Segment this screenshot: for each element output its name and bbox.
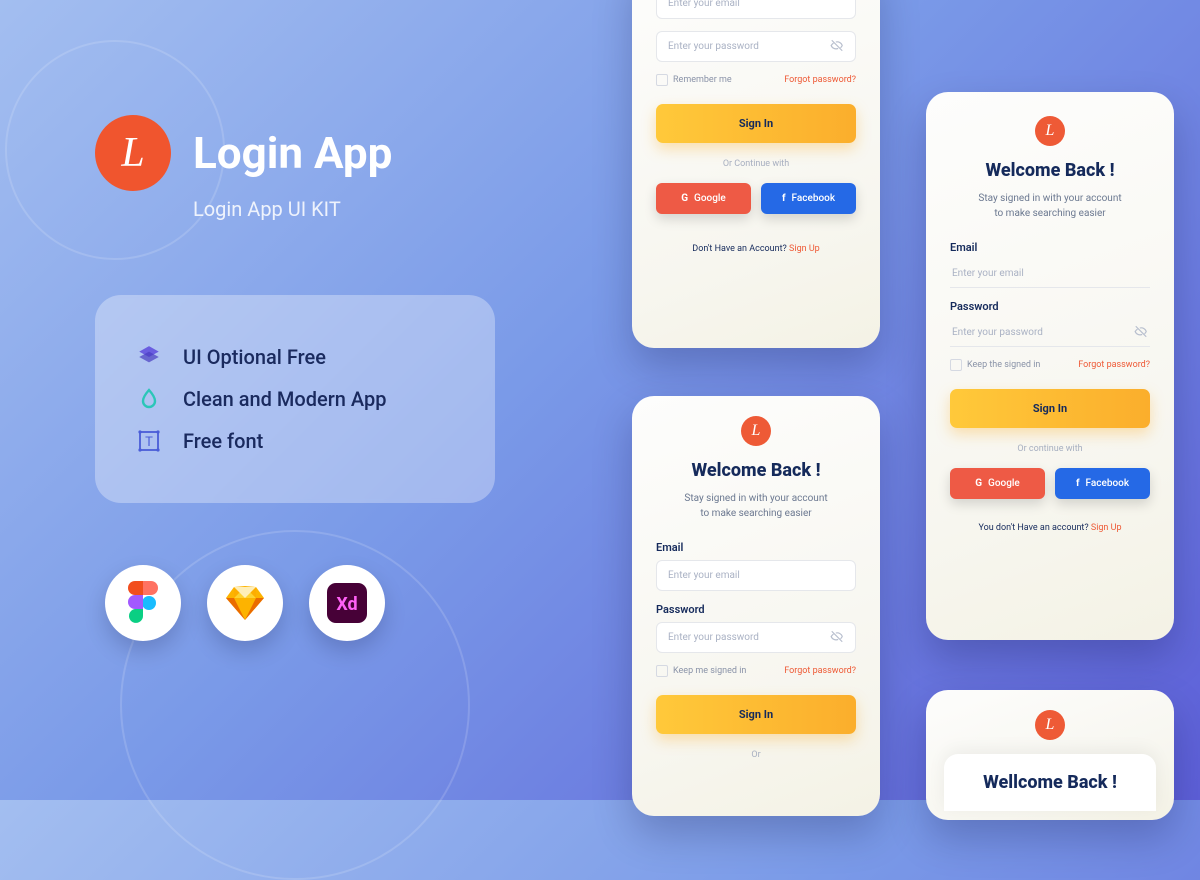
app-logo-icon: L [1035, 710, 1065, 740]
google-button[interactable]: GGoogle [950, 468, 1045, 499]
tools-row: Xd [105, 565, 535, 641]
forgot-password-link[interactable]: Forgot password? [784, 666, 856, 676]
login-screen-3: L Welcome Back ! Stay signed in with you… [926, 92, 1174, 640]
eye-off-icon[interactable] [830, 38, 844, 55]
features-card: UI Optional Free Clean and Modern App T … [95, 295, 495, 503]
welcome-title: Welcome Back ! [950, 160, 1150, 181]
forgot-password-link[interactable]: Forgot password? [1078, 360, 1150, 370]
password-input[interactable]: Enter your password [656, 622, 856, 653]
app-logo-icon: L [1035, 116, 1065, 146]
feature-item: T Free font [135, 427, 455, 455]
signup-prompt: You don't Have an account? Sign Up [950, 523, 1150, 533]
feature-item: UI Optional Free [135, 343, 455, 371]
feature-text: Clean and Modern App [183, 387, 386, 411]
xd-icon: Xd [309, 565, 385, 641]
login-screen-4: L Wellcome Back ! [926, 690, 1174, 820]
divider-text: Or continue with [950, 444, 1150, 454]
password-label: Password [950, 300, 1150, 313]
layers-icon [135, 343, 163, 371]
eye-off-icon[interactable] [830, 629, 844, 646]
email-label: Email [950, 241, 1150, 254]
remember-checkbox[interactable]: Remember me [656, 74, 732, 86]
welcome-subtitle: Stay signed in with your accountto make … [656, 491, 856, 521]
login-screen-1: Enter your email Enter your password Rem… [632, 0, 880, 348]
hero-subtitle: Login App UI KIT [193, 197, 535, 221]
email-input[interactable]: Enter your email [950, 260, 1150, 288]
google-button[interactable]: GGoogle [656, 183, 751, 214]
app-logo-icon: L [741, 416, 771, 446]
text-frame-icon: T [135, 427, 163, 455]
drop-icon [135, 385, 163, 413]
forgot-password-link[interactable]: Forgot password? [784, 75, 856, 85]
email-label: Email [656, 541, 856, 554]
email-input[interactable]: Enter your email [656, 560, 856, 591]
feature-text: Free font [183, 429, 263, 453]
figma-icon [105, 565, 181, 641]
facebook-button[interactable]: fFacebook [1055, 468, 1150, 499]
facebook-button[interactable]: fFacebook [761, 183, 856, 214]
welcome-title: Wellcome Back ! [962, 772, 1138, 793]
sketch-icon [207, 565, 283, 641]
signup-link[interactable]: Sign Up [1091, 523, 1122, 533]
hero-section: L Login App Login App UI KIT UI Optional… [95, 115, 535, 641]
keep-signed-checkbox[interactable]: Keep me signed in [656, 665, 746, 677]
app-logo: L [95, 115, 171, 191]
signin-button[interactable]: Sign In [950, 389, 1150, 428]
divider-text: Or Continue with [656, 159, 856, 169]
login-screen-2: L Welcome Back ! Stay signed in with you… [632, 396, 880, 816]
hero-title: Login App [193, 127, 392, 179]
email-input[interactable]: Enter your email [656, 0, 856, 19]
welcome-subtitle: Stay signed in with your accountto make … [950, 191, 1150, 221]
password-label: Password [656, 603, 856, 616]
svg-text:T: T [145, 435, 153, 450]
svg-text:Xd: Xd [336, 594, 357, 615]
divider-text: Or [656, 750, 856, 760]
feature-text: UI Optional Free [183, 345, 326, 369]
signin-button[interactable]: Sign In [656, 695, 856, 734]
signin-button[interactable]: Sign In [656, 104, 856, 143]
signup-prompt: Don't Have an Account? Sign Up [656, 244, 856, 254]
welcome-title: Welcome Back ! [656, 460, 856, 481]
feature-item: Clean and Modern App [135, 385, 455, 413]
keep-signed-checkbox[interactable]: Keep the signed in [950, 359, 1040, 371]
eye-off-icon[interactable] [1134, 324, 1148, 341]
password-input[interactable]: Enter your password [656, 31, 856, 62]
password-input[interactable]: Enter your password [950, 319, 1150, 347]
signup-link[interactable]: Sign Up [789, 244, 820, 254]
